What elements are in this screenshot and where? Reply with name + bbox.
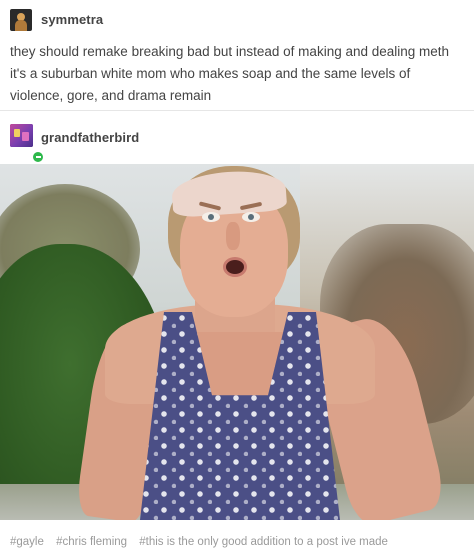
tag-link[interactable]: #gayle xyxy=(10,536,44,548)
original-post: symmetra they should remake breaking bad… xyxy=(0,0,474,110)
symmetra-avatar-icon[interactable] xyxy=(10,9,32,31)
runner-nose xyxy=(226,222,240,250)
follow-plus-icon[interactable] xyxy=(32,151,44,163)
reblog-post: grandfatherbird #gayle #chris fleming #t… xyxy=(0,111,474,551)
grandfatherbird-avatar-icon[interactable] xyxy=(10,124,44,163)
runner-eye-left xyxy=(202,212,220,222)
avatar-detail-a xyxy=(14,129,20,137)
runner-headband xyxy=(170,168,288,218)
runner-mouth xyxy=(223,257,247,277)
post-tags: #gayle #chris fleming #this is the only … xyxy=(10,536,397,548)
runner-eye-right xyxy=(242,212,260,222)
reblog-photo[interactable] xyxy=(0,164,474,520)
avatar-detail-b xyxy=(22,132,29,141)
avatar-figure-body xyxy=(15,20,27,31)
tag-link[interactable]: #chris fleming xyxy=(56,536,127,548)
photo-runner-figure xyxy=(0,164,474,520)
tag-link[interactable]: #this is the only good addition to a pos… xyxy=(139,536,388,548)
post-body-text: they should remake breaking bad but inst… xyxy=(10,44,450,103)
reblog-username-link[interactable]: grandfatherbird xyxy=(41,130,139,145)
op-username-link[interactable]: symmetra xyxy=(41,12,103,27)
